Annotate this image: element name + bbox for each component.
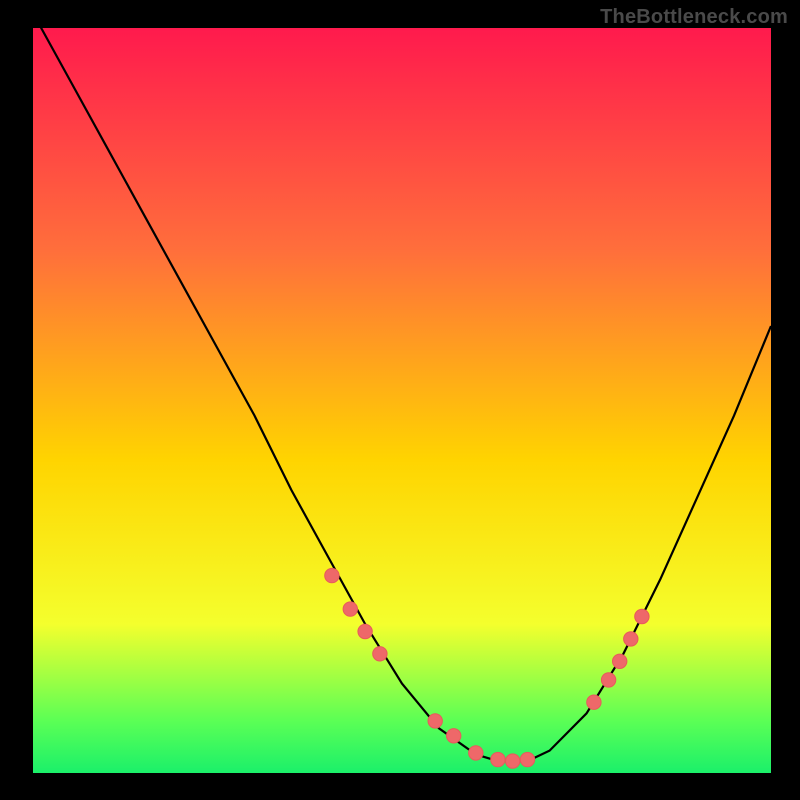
plot-background <box>33 28 771 773</box>
marker-dot <box>325 568 339 582</box>
marker-dot <box>613 654 627 668</box>
chart-frame: TheBottleneck.com <box>0 0 800 800</box>
marker-dot <box>520 752 534 766</box>
bottleneck-chart <box>0 0 800 800</box>
marker-dot <box>373 647 387 661</box>
marker-dot <box>635 609 649 623</box>
marker-dot <box>491 752 505 766</box>
watermark-text: TheBottleneck.com <box>600 6 788 29</box>
marker-dot <box>587 695 601 709</box>
marker-dot <box>343 602 357 616</box>
marker-dot <box>624 632 638 646</box>
marker-dot <box>601 673 615 687</box>
marker-dot <box>469 746 483 760</box>
marker-dot <box>447 729 461 743</box>
marker-dot <box>428 714 442 728</box>
marker-dot <box>506 754 520 768</box>
marker-dot <box>358 624 372 638</box>
